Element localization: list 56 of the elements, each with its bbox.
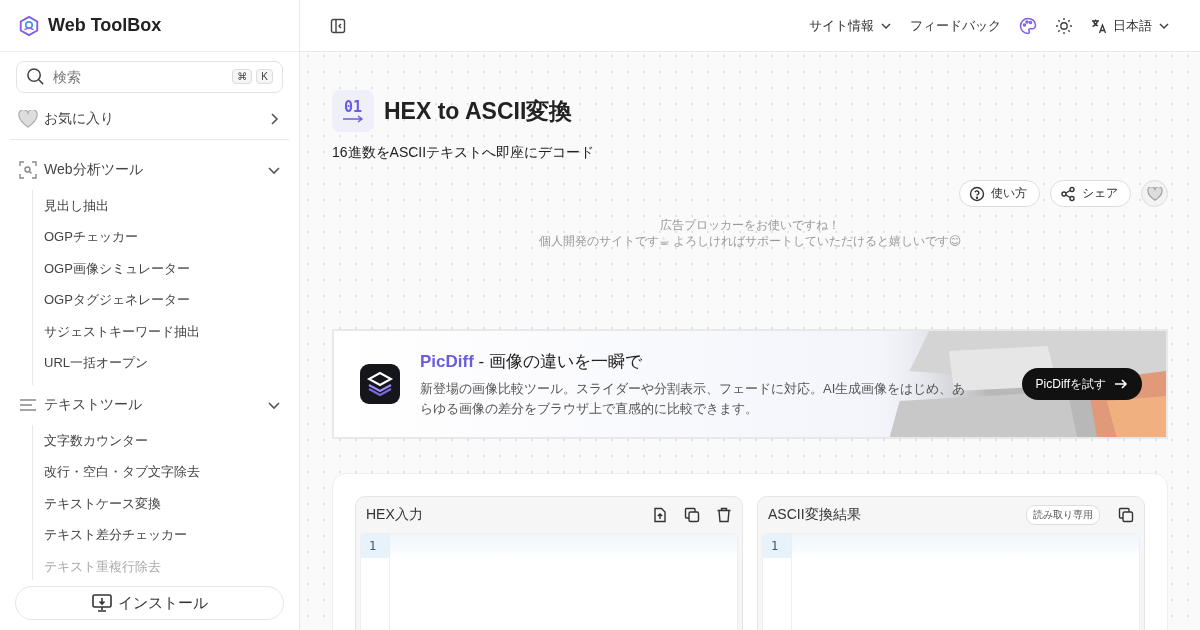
search-icon (26, 67, 45, 86)
promo-title: PicDiff - 画像の違いを一瞬で (420, 350, 643, 373)
brand-name: Web ToolBox (48, 15, 162, 36)
logo-icon (18, 14, 40, 37)
heart-icon (1146, 186, 1163, 201)
sidebar-group[interactable]: Web分析ツール (10, 150, 289, 190)
shortcut-key: ⌘ (232, 69, 253, 84)
palette-icon[interactable] (1019, 16, 1037, 35)
sidebar-item[interactable]: 文字数カウンター (44, 425, 289, 457)
sidebar-item[interactable]: URL一括オープン (44, 347, 289, 379)
sidebar-item[interactable]: OGP画像シミュレーター (44, 253, 289, 285)
line-number: 1 (763, 534, 791, 558)
sidebar-group[interactable]: テキストツール (10, 385, 289, 425)
tool-title: HEX to ASCII変換 (384, 96, 573, 126)
copy-icon[interactable] (1118, 507, 1134, 523)
sidebar-item[interactable]: OGPチェッカー (44, 221, 289, 253)
share-button[interactable]: シェア (1050, 180, 1131, 207)
code-editor[interactable]: 1 (762, 533, 1140, 630)
try-button[interactable]: PicDiffを試す (1021, 368, 1142, 400)
monitor-download-icon (91, 594, 112, 612)
tool-icon: 01 (332, 90, 374, 132)
shortcut-key: K (256, 69, 273, 84)
layers-app-icon (360, 364, 400, 404)
help-icon (969, 185, 985, 202)
copy-icon[interactable] (684, 507, 700, 523)
feedback-link[interactable]: フィードバック (910, 16, 1001, 35)
translate-icon (1091, 17, 1107, 34)
tool-subtitle: 16進数をASCIIテキストへ即座にデコード (332, 144, 596, 162)
site-info-menu[interactable]: サイト情報 (809, 16, 892, 35)
help-button[interactable]: 使い方 (959, 180, 1040, 207)
notice-text: 広告ブロッカーをお使いですね！ (659, 217, 841, 233)
heart-icon (18, 110, 38, 128)
promo-banner[interactable]: PicDiff - 画像の違いを一瞬で 新登場の画像比較ツール。スライダーや分割表示、フェードに対応。AI生成画像をはじめ、あらゆる画像の差分をブラウザ上で直感的に比較できます。 PicDiffを試す (332, 329, 1168, 439)
scan-icon (18, 160, 38, 180)
sidebar-item[interactable]: テキスト差分チェッカー (44, 519, 289, 551)
sidebar-item[interactable]: 見出し抽出 (44, 190, 289, 222)
promo-description: 新登場の画像比較ツール。スライダーや分割表示、フェードに対応。AI生成画像をはじめ、あらゆる画像の差分をブラウザ上で直感的に比較できます。 (420, 379, 967, 418)
code-editor[interactable]: 1 (360, 533, 738, 630)
language-menu[interactable]: 日本語 (1091, 16, 1170, 35)
sidebar-item[interactable]: OGPタグジェネレーター (44, 284, 289, 316)
line-number: 1 (361, 534, 389, 558)
install-button[interactable]: インストール (15, 586, 284, 620)
sidebar-item[interactable]: サジェストキーワード抽出 (44, 316, 289, 348)
sidebar-item[interactable]: テキストケース変換 (44, 488, 289, 520)
trash-icon[interactable] (716, 507, 732, 523)
sidebar-group[interactable]: お気に入り (10, 99, 289, 139)
sun-icon[interactable] (1055, 16, 1073, 35)
arrow-right-icon (1114, 377, 1128, 391)
read-only-badge: 読み取り専用 (1026, 505, 1100, 525)
panel-title: ASCII変換結果 (768, 506, 862, 524)
notice-text: 個人開発のサイトです☕ よろしければサポートしていただけると嬉しいです😊 (537, 233, 963, 249)
sidebar-toggle-icon[interactable] (330, 17, 346, 34)
sidebar-item[interactable]: 改行・空白・タブ文字除去 (44, 456, 289, 488)
panel-title: HEX入力 (366, 506, 424, 524)
share-icon (1060, 185, 1076, 202)
file-upload-icon[interactable] (652, 507, 668, 523)
